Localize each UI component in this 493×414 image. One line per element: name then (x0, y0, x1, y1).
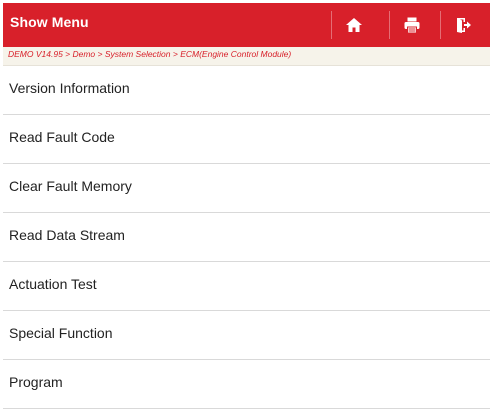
menu-item-label: Clear Fault Memory (9, 178, 132, 194)
top-bar: Show Menu (3, 3, 490, 47)
home-icon (345, 18, 362, 32)
menu-item-read-data-stream[interactable]: Read Data Stream (3, 213, 490, 262)
menu-item-special-function[interactable]: Special Function (3, 311, 490, 360)
menu-item-label: Version Information (9, 80, 130, 96)
print-button[interactable] (390, 3, 433, 47)
print-icon (404, 17, 419, 34)
menu-item-label: Special Function (9, 325, 113, 341)
breadcrumb: DEMO V14.95 > Demo > System Selection > … (3, 47, 490, 66)
menu-list: Version Information Read Fault Code Clea… (3, 66, 490, 409)
menu-item-actuation-test[interactable]: Actuation Test (3, 262, 490, 311)
menu-item-clear-fault-memory[interactable]: Clear Fault Memory (3, 164, 490, 213)
home-button[interactable] (332, 3, 375, 47)
page-title: Show Menu (10, 14, 89, 30)
menu-item-version-information[interactable]: Version Information (3, 66, 490, 115)
app-window: Show Menu DEMO V14.95 > Demo > System Se… (3, 3, 490, 411)
exit-icon (456, 18, 471, 33)
menu-item-label: Read Data Stream (9, 227, 125, 243)
exit-button[interactable] (441, 3, 484, 47)
breadcrumb-text: DEMO V14.95 > Demo > System Selection > … (8, 49, 292, 59)
menu-item-read-fault-code[interactable]: Read Fault Code (3, 115, 490, 164)
menu-item-label: Actuation Test (9, 276, 97, 292)
menu-item-program[interactable]: Program (3, 360, 490, 409)
menu-item-label: Program (9, 374, 63, 390)
menu-item-label: Read Fault Code (9, 129, 115, 145)
